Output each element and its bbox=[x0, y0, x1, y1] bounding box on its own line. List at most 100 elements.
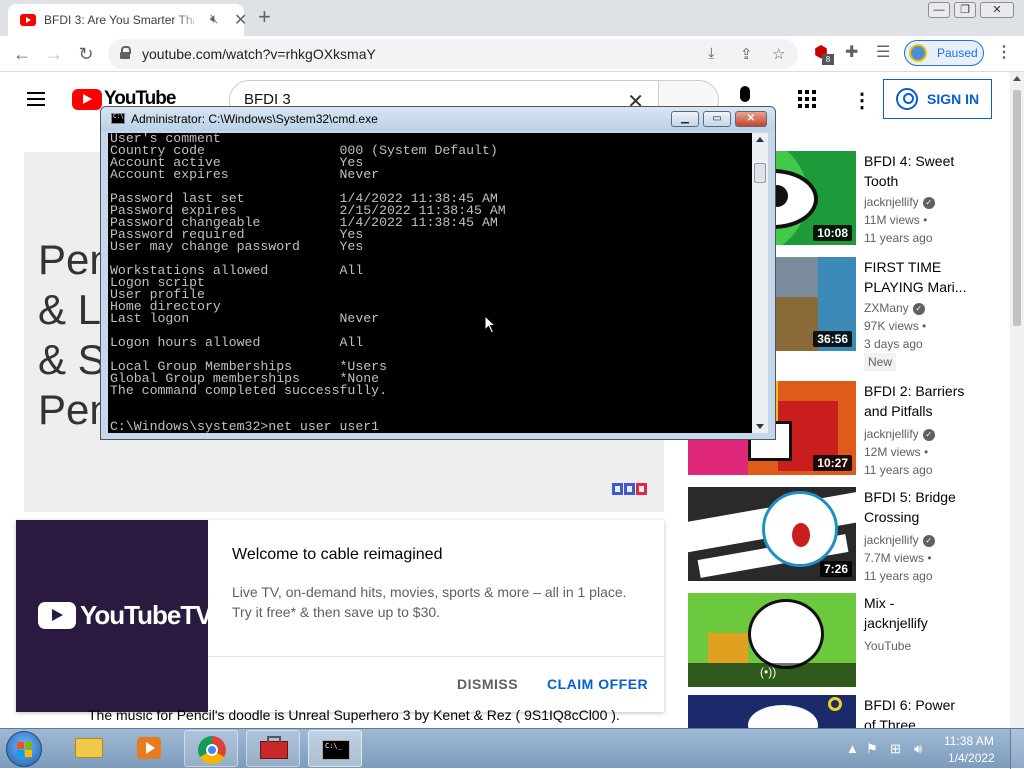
upload-age: 3 days ago bbox=[864, 337, 923, 351]
cmd-window[interactable]: Administrator: C:\Windows\System32\cmd.e… bbox=[100, 106, 776, 440]
recommended-mix[interactable]: (•)) Mix - jacknjellify YouTube bbox=[688, 593, 1008, 689]
close-window-button[interactable]: ✕ bbox=[980, 2, 1014, 18]
profile-button[interactable]: Paused bbox=[904, 40, 984, 66]
chrome-menu-icon[interactable]: ⋮ bbox=[996, 42, 1012, 62]
upload-age: 11 years ago bbox=[864, 463, 933, 477]
video-duration: 10:08 bbox=[813, 225, 852, 241]
address-bar[interactable]: youtube.com/watch?v=rhkgOXksmaY ⤓ ⇪ ☆ bbox=[108, 39, 798, 69]
more-options-icon[interactable]: ⋮ bbox=[852, 88, 872, 113]
back-button[interactable]: ← bbox=[10, 42, 34, 66]
video-duration: 7:26 bbox=[819, 561, 852, 577]
browser-toolbar: ← → ↻ youtube.com/watch?v=rhkgOXksmaY ⤓ … bbox=[0, 36, 1024, 72]
install-app-icon[interactable]: ⤓ bbox=[708, 45, 715, 62]
browser-tab-strip: BFDI 3: Are You Smarter Than 🔇︎ ✕ + — ❐ … bbox=[0, 0, 1024, 36]
channel-name[interactable]: jacknjellify ✓ bbox=[864, 533, 935, 547]
channel-name[interactable]: YouTube bbox=[864, 639, 911, 653]
recommended-video[interactable]: BFDI 6: Power of Three bbox=[688, 695, 1008, 728]
channel-watermark-icon[interactable] bbox=[612, 482, 652, 498]
ad-description: Live TV, on-demand hits, movies, sports … bbox=[232, 584, 627, 600]
channel-name[interactable]: ZXMany ✓ bbox=[864, 301, 925, 315]
speaker-muted-icon[interactable]: 🔇︎ bbox=[210, 11, 218, 27]
page-scrollbar[interactable] bbox=[1010, 72, 1024, 728]
video-thumbnail[interactable]: 7:26 bbox=[688, 487, 856, 581]
cmd-output-line: User may change password Yes bbox=[110, 239, 364, 254]
restore-button[interactable]: ❐ bbox=[954, 2, 976, 18]
file-explorer-icon[interactable] bbox=[62, 730, 116, 767]
video-thumbnail[interactable]: (•)) bbox=[688, 593, 856, 687]
cmd-scrollbar[interactable] bbox=[752, 133, 768, 433]
sign-in-button[interactable]: SIGN IN bbox=[883, 79, 992, 119]
cmd-output-line: Logon hours allowed All bbox=[110, 335, 364, 350]
youtube-tv-logo-text: YouTubeTV bbox=[80, 600, 213, 630]
new-tab-button[interactable]: + bbox=[258, 4, 271, 30]
network-icon[interactable]: ⊞ bbox=[890, 741, 901, 757]
video-title[interactable]: BFDI 6: Power of Three bbox=[864, 695, 984, 728]
video-title[interactable]: BFDI 2: Barriers and Pitfalls bbox=[864, 381, 984, 421]
volume-icon[interactable]: 🔊︎ bbox=[914, 741, 922, 757]
bookmark-star-icon[interactable]: ☆ bbox=[772, 45, 785, 63]
chrome-icon[interactable] bbox=[184, 730, 238, 767]
cmd-taskbar-icon[interactable]: C:\_ bbox=[308, 730, 362, 767]
dismiss-button[interactable]: DISMISS bbox=[457, 676, 518, 692]
channel-name[interactable]: jacknjellify ✓ bbox=[864, 427, 935, 441]
cmd-output-line: The command completed successfully. bbox=[110, 383, 387, 398]
video-title[interactable]: BFDI 5: Bridge Crossing bbox=[864, 487, 984, 527]
windows-taskbar: C:\_ ▲ ⚑ ⊞ 🔊︎ 11:38 AM 1/4/2022 bbox=[0, 728, 1024, 769]
tab-close-icon[interactable]: ✕ bbox=[234, 10, 247, 30]
toolbox-icon[interactable] bbox=[246, 730, 300, 767]
show-hidden-icons-icon[interactable]: ▲ bbox=[846, 741, 859, 756]
cmd-icon bbox=[111, 113, 125, 124]
youtube-favicon-icon bbox=[20, 14, 36, 26]
youtube-tv-ad: YouTubeTV Welcome to cable reimagined Li… bbox=[16, 520, 664, 712]
view-count: 12M views • bbox=[864, 445, 929, 459]
cmd-console[interactable]: User's comment Country code 000 (System D… bbox=[108, 133, 752, 433]
browser-tab[interactable]: BFDI 3: Are You Smarter Than 🔇︎ ✕ bbox=[8, 4, 247, 36]
lock-icon[interactable] bbox=[120, 46, 131, 59]
youtube-tv-logo-icon bbox=[38, 602, 76, 629]
view-count: 97K views • bbox=[864, 319, 927, 333]
scroll-down-arrow-icon[interactable] bbox=[756, 424, 764, 429]
hamburger-menu-icon[interactable] bbox=[27, 92, 45, 106]
upload-age: 11 years ago bbox=[864, 231, 933, 245]
cmd-scrollbar-thumb[interactable] bbox=[754, 163, 766, 183]
clock-date[interactable]: 1/4/2022 bbox=[948, 751, 995, 765]
cmd-close-button[interactable]: ✕ bbox=[735, 111, 767, 127]
forward-button[interactable]: → bbox=[42, 42, 66, 66]
channel-name[interactable]: jacknjellify ✓ bbox=[864, 195, 935, 209]
video-title[interactable]: FIRST TIME PLAYING Mari... bbox=[864, 257, 984, 297]
microphone-icon[interactable] bbox=[740, 86, 750, 102]
youtube-logo-icon[interactable] bbox=[72, 89, 102, 110]
video-description: The music for Pencil's doodle is Unreal … bbox=[88, 707, 620, 723]
cmd-output-line: Last logon Never bbox=[110, 311, 380, 326]
reload-button[interactable]: ↻ bbox=[74, 42, 98, 66]
url-text: youtube.com/watch?v=rhkgOXksmaY bbox=[142, 46, 376, 62]
cmd-title-bar[interactable]: Administrator: C:\Windows\System32\cmd.e… bbox=[101, 107, 775, 131]
video-thumbnail[interactable] bbox=[688, 695, 856, 728]
minimize-button[interactable]: — bbox=[928, 2, 950, 18]
video-title[interactable]: BFDI 4: Sweet Tooth bbox=[864, 151, 984, 191]
cmd-maximize-button[interactable]: ▭ bbox=[703, 111, 731, 127]
cmd-output-line bbox=[110, 397, 506, 409]
scroll-up-arrow-icon[interactable] bbox=[756, 137, 764, 142]
apps-grid-icon[interactable] bbox=[798, 90, 816, 108]
show-desktop-button[interactable] bbox=[1010, 729, 1024, 769]
verified-check-icon: ✓ bbox=[922, 196, 935, 209]
action-center-flag-icon[interactable]: ⚑ bbox=[866, 741, 878, 757]
media-player-icon[interactable] bbox=[122, 730, 176, 767]
cmd-output-line: Account expires Never bbox=[110, 167, 380, 182]
ad-thumbnail[interactable]: YouTubeTV bbox=[16, 520, 213, 712]
claim-offer-button[interactable]: CLAIM OFFER bbox=[547, 676, 648, 692]
media-queue-icon[interactable]: ☰ bbox=[876, 42, 890, 62]
clock-time[interactable]: 11:38 AM bbox=[944, 734, 994, 748]
video-title[interactable]: Mix - jacknjellify bbox=[864, 593, 984, 633]
view-count: 11M views • bbox=[864, 213, 928, 227]
cmd-minimize-button[interactable]: ▁ bbox=[671, 111, 699, 127]
scrollbar-thumb[interactable] bbox=[1013, 90, 1021, 326]
video-duration: 10:27 bbox=[813, 455, 852, 471]
cmd-output-line: C:\Windows\system32>net user user1 bbox=[110, 419, 380, 433]
recommended-video[interactable]: 7:26 BFDI 5: Bridge Crossing jacknjellify… bbox=[688, 487, 1008, 583]
scroll-up-arrow-icon[interactable] bbox=[1013, 76, 1021, 81]
start-button[interactable] bbox=[6, 731, 42, 767]
extensions-puzzle-icon[interactable]: ✚ bbox=[845, 42, 858, 62]
share-icon[interactable]: ⇪ bbox=[740, 45, 753, 63]
